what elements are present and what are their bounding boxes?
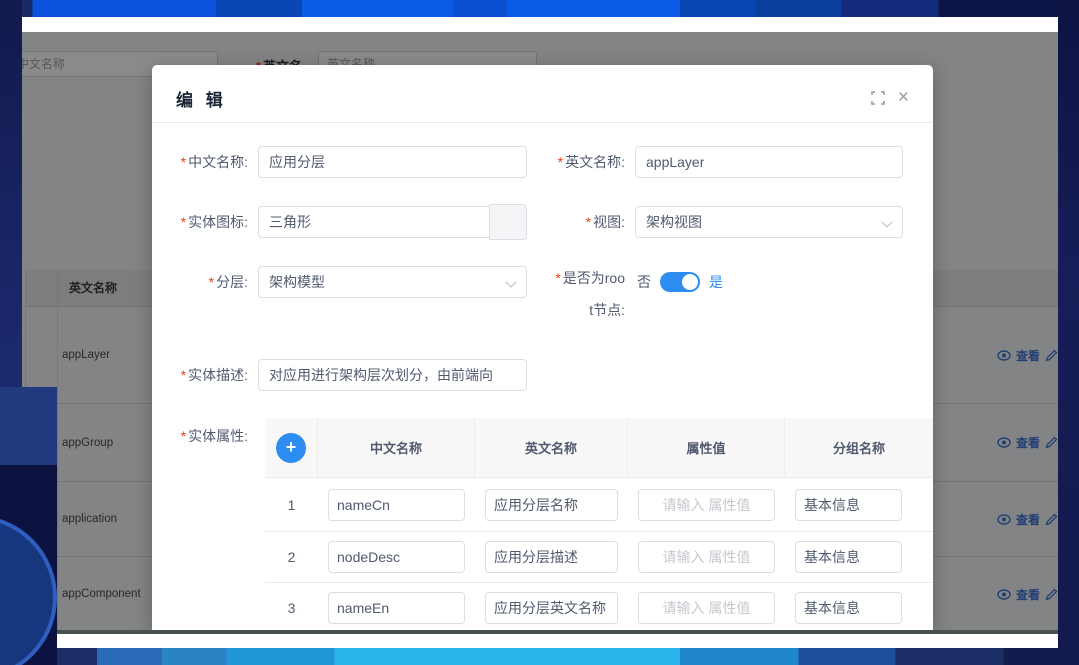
attr-group-field[interactable] — [795, 592, 902, 624]
attr-name-cn-field[interactable] — [328, 489, 465, 521]
entity-icon-field-group — [258, 206, 527, 238]
attr-row: 1 — [265, 478, 933, 532]
toggle-knob — [682, 274, 698, 290]
entity-attrs-label: *实体属性: — [152, 427, 248, 445]
name-en-label: *英文名称: — [532, 146, 625, 178]
app-window: *英文名 英文名称 appLayer 查看 appGroup 查看 appli — [22, 17, 1058, 648]
attr-col-group: 分组名称 — [785, 418, 933, 477]
layer-label: *分层: — [152, 266, 248, 298]
toggle-on-label: 是 — [709, 272, 723, 292]
layer-select-value[interactable] — [258, 266, 527, 298]
required-asterisk: * — [181, 367, 186, 383]
entity-desc-label: *实体描述: — [152, 359, 248, 391]
name-cn-field[interactable] — [258, 146, 527, 178]
wallpaper-arc-graphic — [0, 515, 57, 665]
attr-row-index: 3 — [265, 600, 318, 616]
fullscreen-icon[interactable] — [871, 91, 885, 105]
edit-modal: 编 辑 × *中文名称: *英文名称: *实体图标: *视图: *分层: — [152, 65, 933, 630]
modal-title: 编 辑 — [176, 86, 227, 111]
modal-header-divider — [152, 122, 933, 123]
attr-value-field[interactable] — [638, 541, 775, 573]
name-cn-label: *中文名称: — [152, 146, 248, 178]
attr-value-field[interactable] — [638, 489, 775, 521]
attr-col-name-cn: 中文名称 — [318, 418, 475, 477]
wallpaper-top-band — [0, 0, 1079, 17]
required-asterisk: * — [586, 214, 591, 230]
name-en-field[interactable] — [635, 146, 903, 178]
attr-table: + 中文名称 英文名称 属性值 分组名称 1 2 3 — [265, 418, 933, 630]
entity-icon-field[interactable] — [258, 206, 527, 238]
view-select-value[interactable] — [635, 206, 903, 238]
entity-desc-field[interactable] — [258, 359, 527, 391]
close-icon[interactable]: × — [898, 91, 909, 105]
required-asterisk: * — [181, 214, 186, 230]
required-asterisk: * — [181, 428, 186, 444]
wallpaper-lower-left-block — [0, 387, 57, 665]
attr-table-header: + 中文名称 英文名称 属性值 分组名称 — [265, 418, 933, 478]
icon-picker-addon[interactable] — [489, 204, 527, 240]
attr-group-field[interactable] — [795, 489, 902, 521]
add-attribute-button[interactable]: + — [276, 433, 306, 463]
required-asterisk: * — [209, 274, 214, 290]
is-root-toggle-group: 否 是 — [637, 272, 723, 292]
view-label: *视图: — [532, 206, 625, 238]
layer-select[interactable] — [258, 266, 527, 298]
toggle-off-label: 否 — [637, 272, 651, 292]
window-bottom-strip — [22, 634, 1058, 648]
attr-row-index: 1 — [265, 497, 318, 513]
attr-name-en-field[interactable] — [485, 592, 618, 624]
required-asterisk: * — [558, 154, 563, 170]
attr-name-cn-field[interactable] — [328, 541, 465, 573]
wallpaper-tile — [0, 387, 57, 465]
attr-name-en-field[interactable] — [485, 489, 618, 521]
view-select[interactable] — [635, 206, 903, 238]
required-asterisk: * — [555, 270, 560, 286]
attr-group-field[interactable] — [795, 541, 902, 573]
wallpaper-bottom-band — [0, 648, 1079, 665]
attr-col-value: 属性值 — [628, 418, 785, 477]
attr-row: 2 — [265, 532, 933, 583]
root-toggle[interactable] — [660, 272, 700, 292]
wallpaper-right-band — [1058, 0, 1079, 665]
attr-row-index: 2 — [265, 549, 318, 565]
attr-row: 3 — [265, 583, 933, 630]
is-root-label: *是否为roo t节点: — [535, 270, 625, 319]
entity-icon-label: *实体图标: — [152, 206, 248, 238]
attr-value-field[interactable] — [638, 592, 775, 624]
attr-col-name-en: 英文名称 — [475, 418, 628, 477]
required-asterisk: * — [181, 154, 186, 170]
attr-name-en-field[interactable] — [485, 541, 618, 573]
attr-name-cn-field[interactable] — [328, 592, 465, 624]
